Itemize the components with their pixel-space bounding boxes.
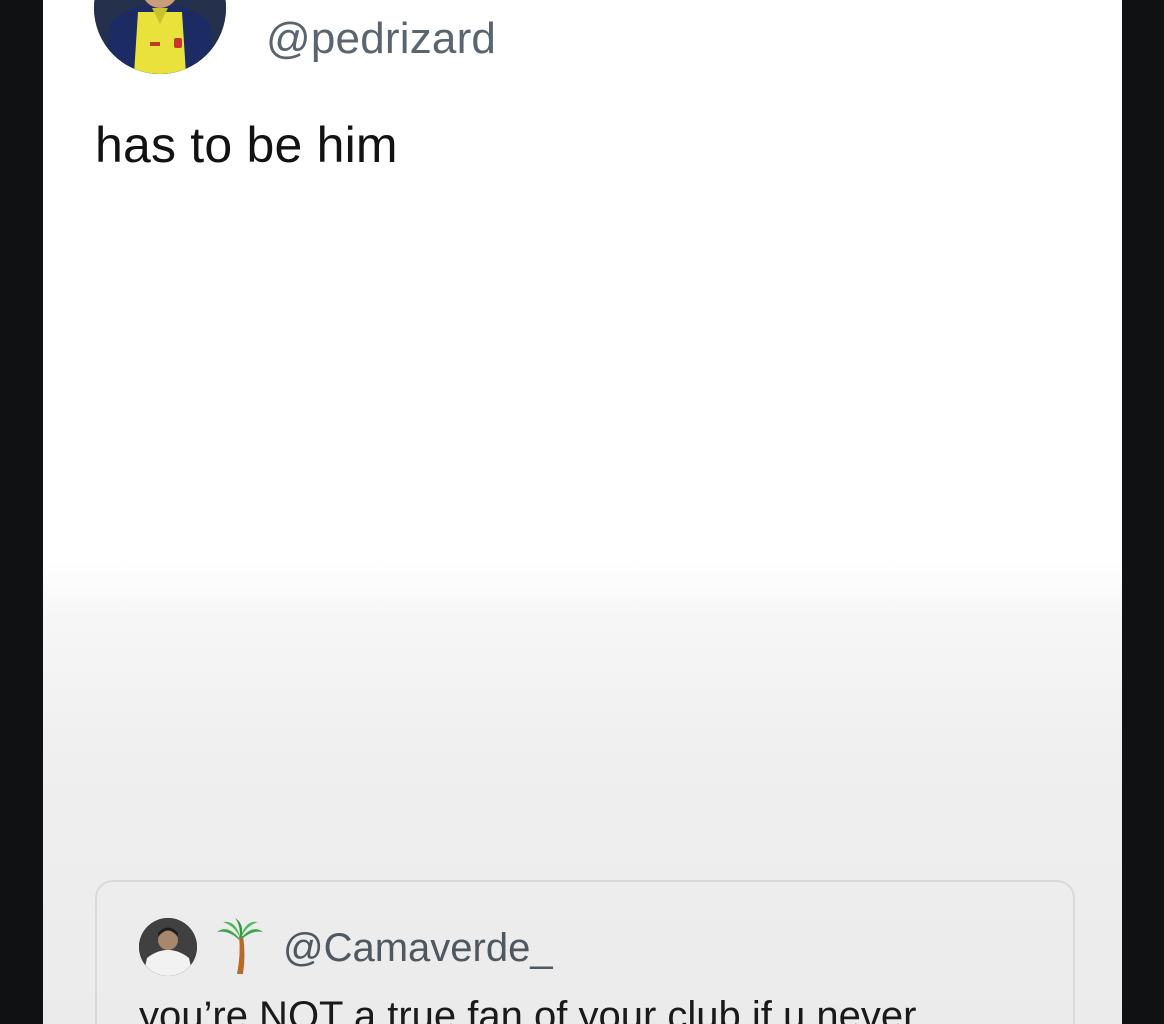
quoted-author-handle[interactable]: @Camaverde_	[283, 926, 553, 971]
author-handle[interactable]: @pedrizard	[266, 14, 496, 64]
screen-frame: @pedrizard has to be him @Camaverde_ you…	[0, 0, 1164, 1024]
quoted-tweet-card[interactable]: @Camaverde_ you’re NOT a true fan of you…	[95, 880, 1075, 1024]
quoted-author-avatar[interactable]	[139, 918, 197, 976]
palm-tree-icon	[215, 918, 265, 974]
avatar-image	[94, 0, 226, 74]
quoted-avatar-image	[139, 918, 197, 976]
author-avatar[interactable]	[94, 0, 226, 74]
tweet-card[interactable]: @pedrizard has to be him @Camaverde_ you…	[43, 0, 1122, 1024]
quoted-tweet-text: you’re NOT a true fan of your club if u …	[139, 994, 917, 1024]
tweet-text: has to be him	[95, 117, 398, 173]
